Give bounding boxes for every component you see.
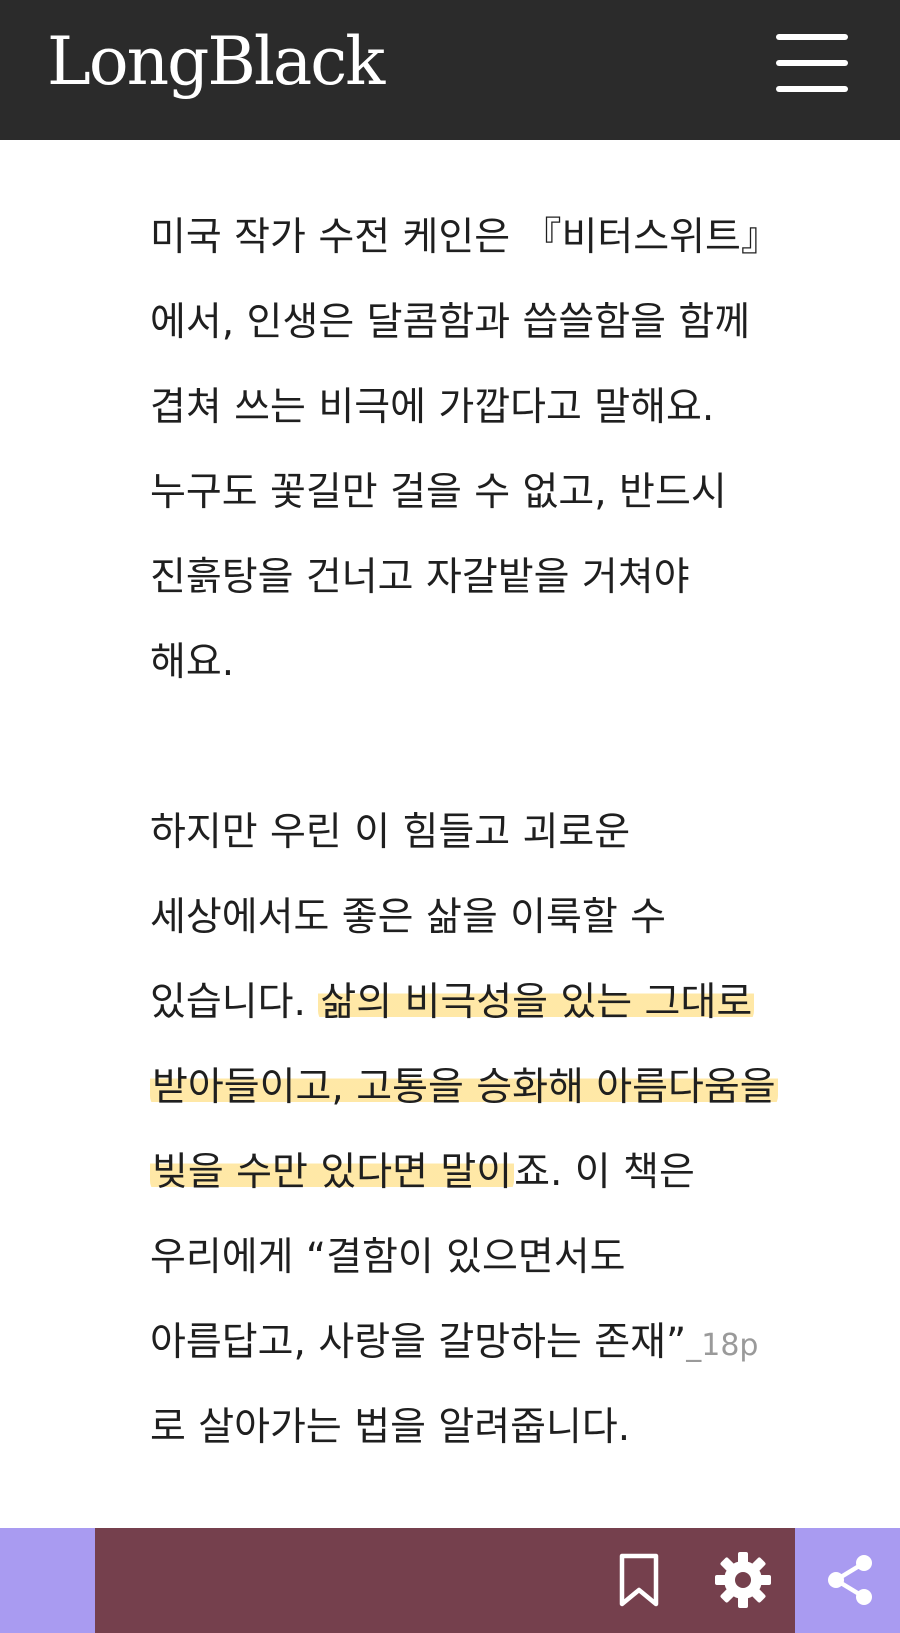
logo[interactable]: LongBlack [47,22,385,102]
text-line: 우리에게 “결함이 있으면서도 [150,1235,626,1280]
article-body: 미국 작가 수전 케인은 『비터스위트』 에서, 인생은 달콤함과 씁쓸함을 함… [150,195,870,1555]
text-line: 하지만 우린 이 힘들고 괴로운 [150,810,631,855]
hamburger-menu-icon[interactable] [772,30,852,96]
text-line: 있습니다. 삶의 비극성을 있는 그대로 [150,960,870,1045]
gear-icon[interactable] [713,1550,773,1610]
menu-bar [776,34,848,40]
text-line: 빚을 수만 있다면 말이죠. 이 책은 [150,1130,870,1215]
highlighted-text[interactable]: 받아들이고, 고통을 승화해 아름다움을 [150,1065,778,1110]
text-line: 진흙탕을 건너고 자갈밭을 거쳐야 [150,555,690,600]
text-line: 에서, 인생은 달콤함과 씁쓸함을 함께 [150,300,751,345]
text-line: 미국 작가 수전 케인은 『비터스위트』 [150,215,780,260]
highlighted-text[interactable]: 빚을 수만 있다면 말이 [150,1150,515,1195]
toolbar-left-panel[interactable] [0,1528,95,1633]
page-reference: _18p [686,1328,759,1363]
toolbar-middle-panel [95,1528,795,1633]
text-line: 세상에서도 좋은 삶을 이룩할 수 [150,895,667,940]
menu-bar [776,86,848,92]
paragraph-2: 하지만 우린 이 힘들고 괴로운 세상에서도 좋은 삶을 이룩할 수 있습니다.… [150,790,870,1470]
text-line: 누구도 꽃길만 걸을 수 없고, 반드시 [150,470,727,515]
page: LongBlack 미국 작가 수전 케인은 『비터스위트』 에서, 인생은 달… [0,0,900,1633]
text-span: 아름답고, 사랑을 갈망하는 존재” [150,1320,687,1365]
paragraph-1: 미국 작가 수전 케인은 『비터스위트』 에서, 인생은 달콤함과 씁쓸함을 함… [150,195,870,705]
app-header: LongBlack [0,0,900,140]
share-icon[interactable] [820,1550,880,1610]
text-line: 받아들이고, 고통을 승화해 아름다움을 [150,1045,870,1130]
text-line: 로 살아가는 법을 알려줍니다. [150,1405,631,1450]
text-line: 아름답고, 사랑을 갈망하는 존재”_18p [150,1300,870,1385]
text-span: 죠. 이 책은 [514,1150,695,1195]
highlighted-text[interactable]: 삶의 비극성을 있는 그대로 [318,980,755,1025]
text-line: 겹쳐 쓰는 비극에 가깝다고 말해요. [150,385,715,430]
bookmark-icon[interactable] [610,1550,670,1610]
menu-bar [776,60,848,66]
text-span: 있습니다. [150,980,319,1025]
bottom-toolbar [0,1528,900,1633]
text-line: 해요. [150,640,235,685]
